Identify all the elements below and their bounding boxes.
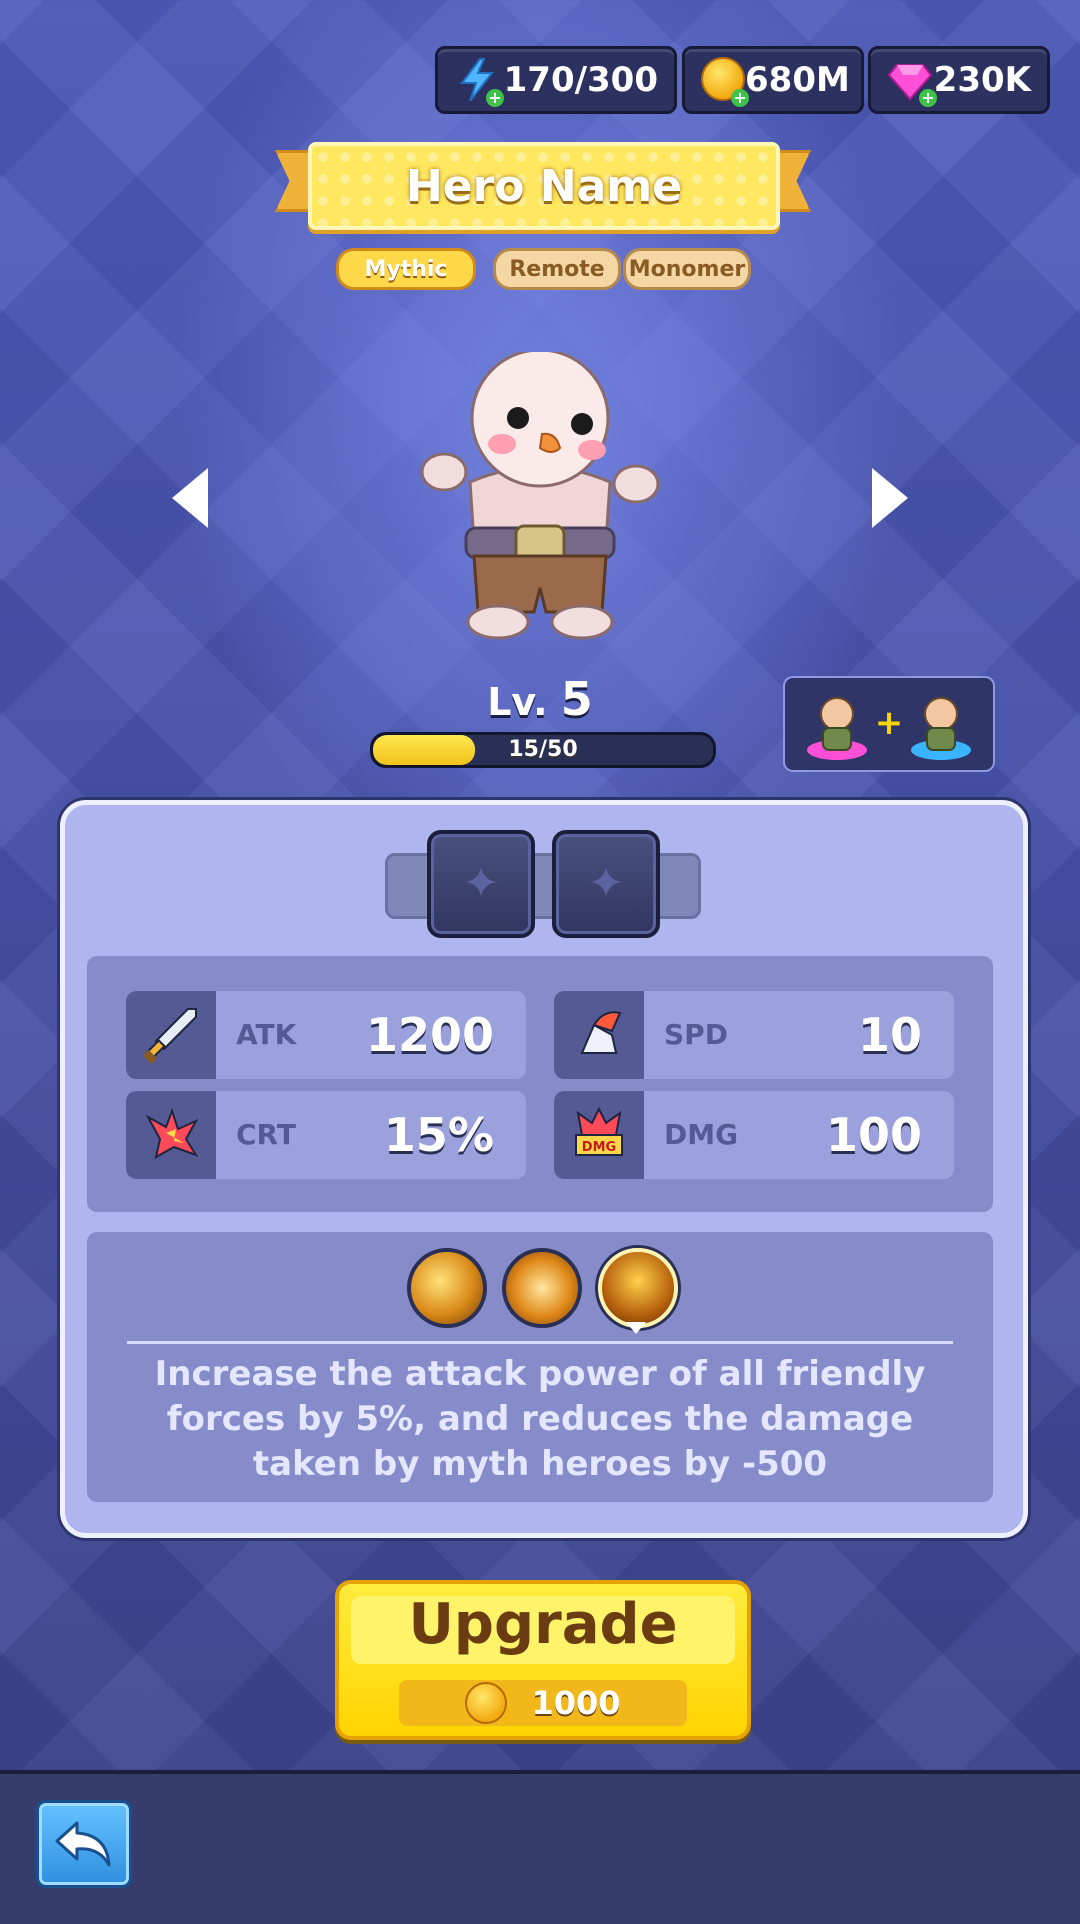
bottom-bar bbox=[0, 1770, 1080, 1924]
upgrade-cost-value: 1000 bbox=[531, 1684, 621, 1722]
add-gems-icon[interactable]: + bbox=[919, 89, 937, 107]
back-arrow-icon bbox=[55, 1821, 111, 1867]
skills-divider bbox=[127, 1341, 953, 1344]
gem-value: 230K bbox=[933, 60, 1031, 100]
selected-skill-pointer bbox=[626, 1322, 646, 1334]
hero-name: Hero Name bbox=[405, 160, 683, 212]
empty-slot-star-icon: ✦ bbox=[462, 858, 500, 909]
merge-heroes-icon: + bbox=[807, 697, 971, 760]
skill-1-icon[interactable] bbox=[407, 1248, 487, 1328]
hero-character bbox=[420, 352, 660, 640]
stat-atk-label: ATK bbox=[236, 1018, 297, 1051]
stat-atk-value: 1200 bbox=[365, 1008, 494, 1062]
gold-counter[interactable]: + 680M bbox=[682, 46, 864, 114]
previous-hero-arrow[interactable] bbox=[172, 468, 208, 528]
next-hero-arrow[interactable] bbox=[872, 468, 908, 528]
damage-burst-icon: DMG bbox=[554, 1091, 644, 1179]
equipment-slot-2[interactable]: ✦ bbox=[552, 830, 660, 938]
svg-text:DMG: DMG bbox=[582, 1140, 616, 1155]
merge-preview-button[interactable]: + bbox=[783, 676, 995, 772]
upgrade-label: Upgrade bbox=[408, 1592, 678, 1657]
gold-value: 680M bbox=[745, 60, 850, 100]
upgrade-cost: 1000 bbox=[399, 1680, 687, 1726]
hero-name-banner: Hero Name bbox=[308, 142, 780, 230]
add-energy-icon[interactable]: + bbox=[486, 89, 504, 107]
skill-description: Increase the attack power of all friendl… bbox=[154, 1354, 926, 1484]
stat-dmg-value: 100 bbox=[825, 1108, 922, 1162]
gold-coin-icon bbox=[465, 1682, 508, 1724]
level-number: 5 bbox=[560, 672, 593, 726]
skill-3-icon-selected[interactable] bbox=[598, 1248, 678, 1328]
energy-counter[interactable]: + 170/300 bbox=[435, 46, 677, 114]
lightning-icon: + bbox=[454, 57, 504, 107]
stat-crt: CRT 15% bbox=[126, 1091, 526, 1179]
add-gold-icon[interactable]: + bbox=[731, 89, 749, 107]
energy-value: 170/300 bbox=[503, 60, 658, 100]
critical-burst-icon bbox=[126, 1091, 216, 1179]
stat-spd-value: 10 bbox=[857, 1008, 922, 1062]
back-button[interactable] bbox=[36, 1800, 132, 1888]
stat-dmg-label: DMG bbox=[664, 1118, 739, 1151]
level-prefix: Lv. bbox=[487, 680, 548, 724]
skill-2-icon[interactable] bbox=[502, 1248, 582, 1328]
stat-crt-label: CRT bbox=[236, 1118, 296, 1151]
equipment-slot-1[interactable]: ✦ bbox=[427, 830, 535, 938]
range-tag: Remote bbox=[493, 248, 621, 290]
stat-spd: SPD 10 bbox=[554, 991, 954, 1079]
stat-crt-value: 15% bbox=[383, 1108, 494, 1162]
svg-text:+: + bbox=[875, 703, 904, 743]
stat-atk: ATK 1200 bbox=[126, 991, 526, 1079]
gem-icon: + bbox=[887, 57, 937, 107]
gem-counter[interactable]: + 230K bbox=[868, 46, 1050, 114]
xp-progress-text: 15/50 bbox=[508, 737, 578, 762]
xp-progress-bar: 15/50 bbox=[370, 732, 716, 768]
hero-level: Lv. 5 bbox=[440, 672, 640, 726]
stat-dmg: DMG DMG 100 bbox=[554, 1091, 954, 1179]
gold-coin-icon: + bbox=[701, 57, 749, 107]
upgrade-button[interactable]: Upgrade 1000 bbox=[335, 1580, 751, 1740]
empty-slot-star-icon: ✦ bbox=[587, 858, 625, 909]
sword-icon bbox=[126, 991, 216, 1079]
stat-spd-label: SPD bbox=[664, 1018, 728, 1051]
rarity-tag: Mythic bbox=[336, 248, 476, 290]
target-tag: Monomer bbox=[623, 248, 751, 290]
winged-boot-icon bbox=[554, 991, 644, 1079]
